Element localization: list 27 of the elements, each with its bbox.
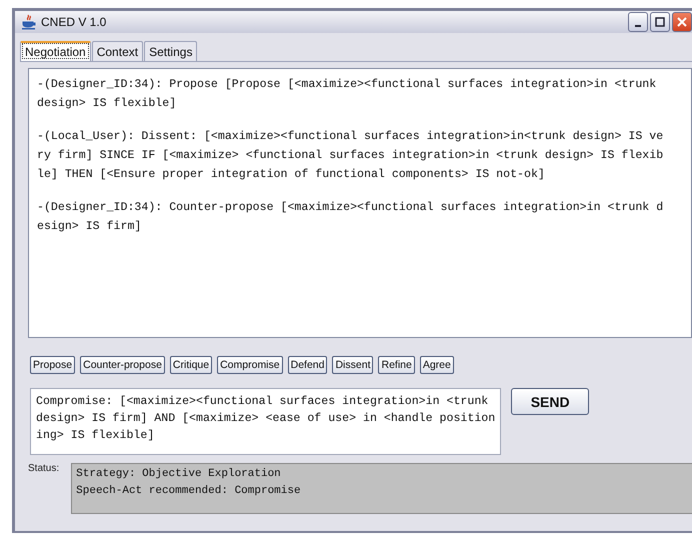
speech-act-button[interactable]: Propose — [30, 356, 76, 374]
close-icon — [676, 16, 688, 28]
status-text: Speech-Act recommended: Compromise — [76, 484, 302, 499]
message-text: -(Designer_ID:34): Propose [Propose [<maximize><functional surfaces integration>in <trunk design> IS flexible] — [37, 77, 658, 112]
message-text: -(Local_User): Dissent: [<maximize><functional surfaces integration>in<trunk design> IS very firm] SINCE IF [<maximize> <functional surfaces integration>in <trunk design> IS flexible] THEN [<Ensure proper integration of functional components> IS not-ok] — [37, 129, 664, 183]
tab[interactable]: Context — [92, 41, 144, 61]
speech-act-button[interactable]: Compromise — [217, 356, 283, 374]
message-input-field[interactable]: Compromise: [<maximize><functional surfaces integration>in <trunk design> IS firm] AND [<maximize> <ease of use> in <handle positioning> IS flexible] — [30, 388, 502, 455]
tab[interactable]: Settings — [144, 41, 198, 61]
status-text: Strategy: Objective Exploration — [76, 467, 282, 482]
speech-act-button[interactable]: Dissent — [332, 356, 374, 374]
tab[interactable]: Negotiation — [20, 41, 91, 61]
status-label: Status: — [28, 463, 60, 476]
window-title: CNED V 1.0 — [41, 15, 106, 29]
send-button[interactable]: SEND — [511, 388, 590, 415]
speech-act-button[interactable]: Agree — [420, 356, 454, 374]
minimize-icon — [635, 25, 641, 27]
maximize-icon — [654, 16, 666, 28]
speech-act-button[interactable]: Refine — [378, 356, 415, 374]
minimize-button[interactable] — [628, 12, 648, 32]
message-text: -(Designer_ID:34): Counter-propose [<maximize><functional surfaces integration>in <trunk design> IS firm] — [37, 200, 664, 235]
close-button[interactable] — [672, 12, 692, 32]
speech-act-button[interactable]: Critique — [170, 356, 212, 374]
speech-act-button[interactable]: Defend — [288, 356, 328, 374]
coffee-cup-icon — [21, 14, 37, 30]
speech-act-button[interactable]: Counter-propose — [80, 356, 165, 374]
maximize-button[interactable] — [650, 12, 670, 32]
